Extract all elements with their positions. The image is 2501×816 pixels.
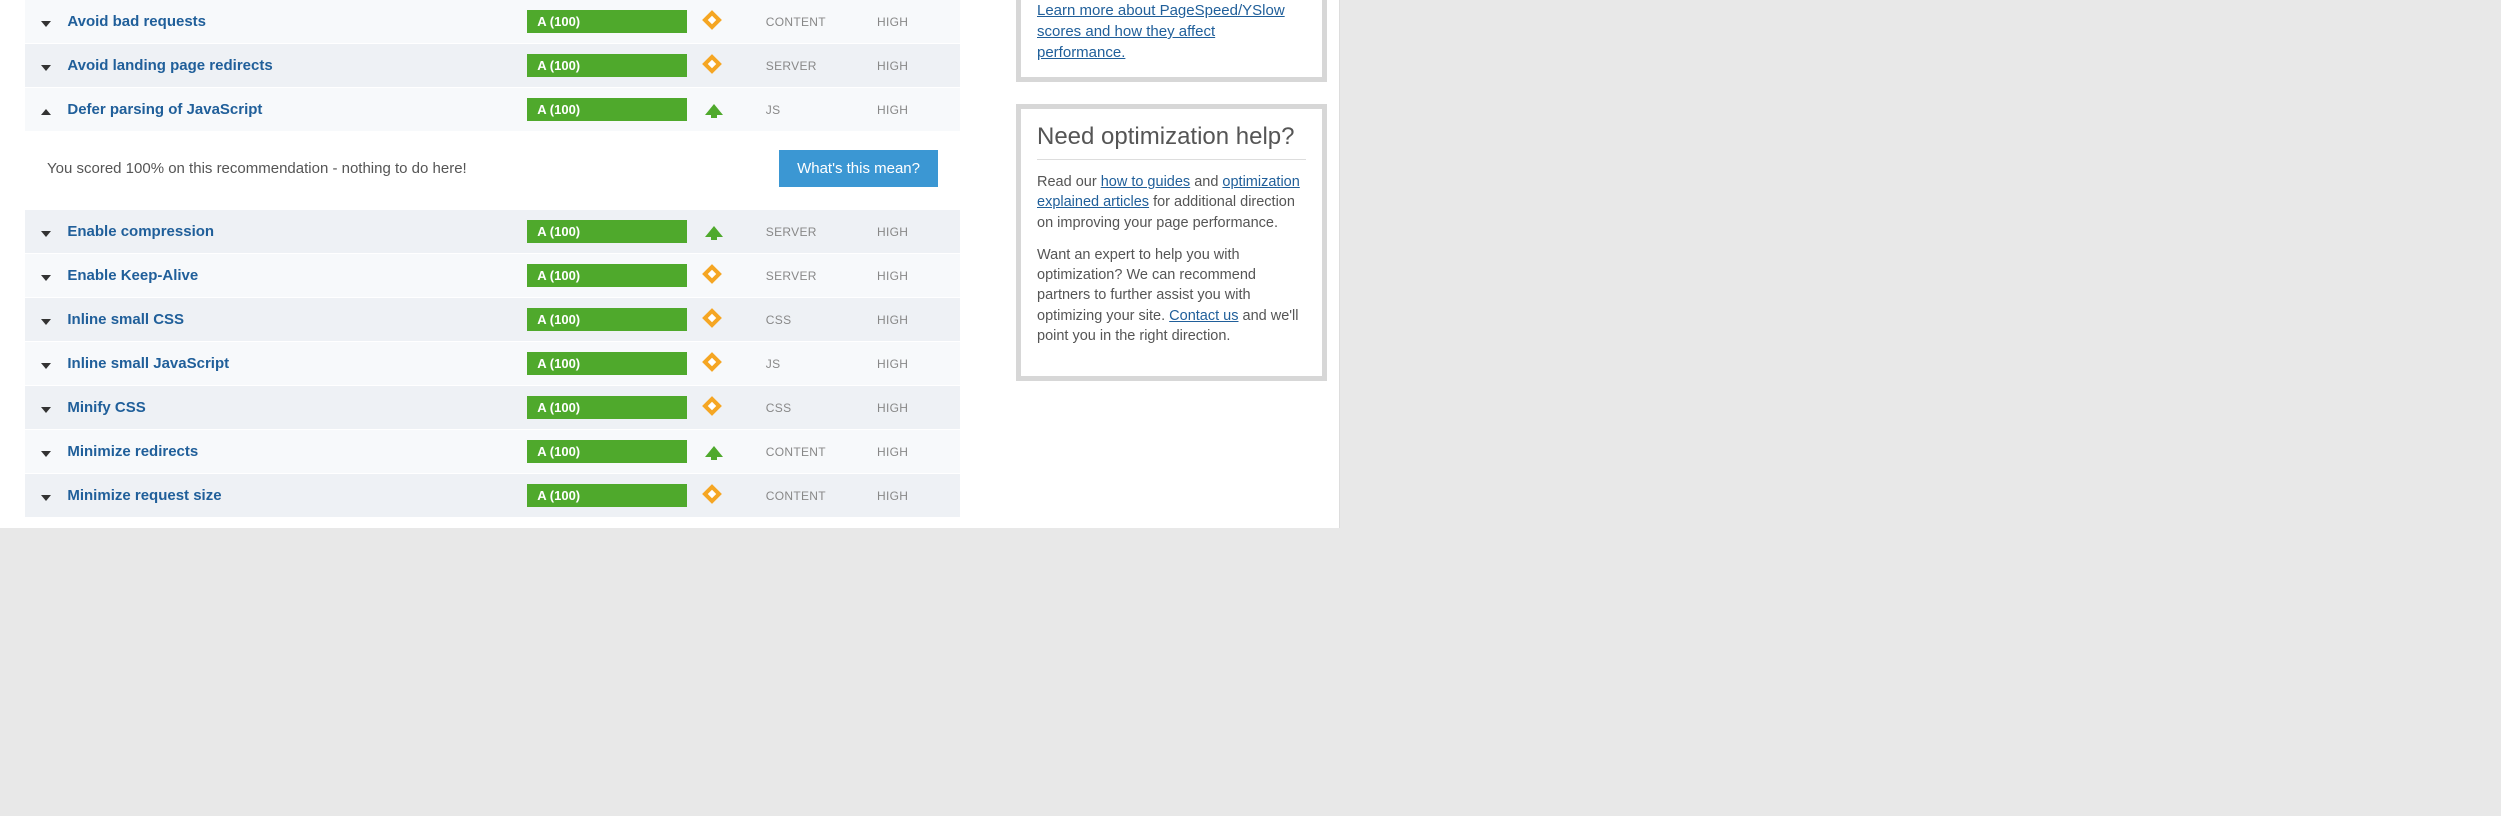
rule-impact: HIGH xyxy=(869,474,960,518)
rule-type: CSS xyxy=(758,298,869,342)
expand-icon[interactable] xyxy=(41,21,51,27)
rule-type: SERVER xyxy=(758,44,869,88)
rule-row[interactable]: Inline small JavaScript A (100) JSHIGH xyxy=(25,342,960,386)
rule-row[interactable]: Minimize redirects A (100) CONTENTHIGH xyxy=(25,430,960,474)
help-box-title: Need optimization help? xyxy=(1037,123,1306,160)
recommendations-table: Avoid bad requestsA (100)CONTENTHIGHAvoi… xyxy=(25,0,960,518)
rule-row[interactable]: Avoid bad requests A (100) CONTENTHIGH xyxy=(25,0,960,44)
expand-icon[interactable] xyxy=(41,65,51,71)
rule-name-link[interactable]: Inline small JavaScript xyxy=(67,355,229,372)
rule-impact: HIGH xyxy=(869,88,960,132)
rule-impact: HIGH xyxy=(869,298,960,342)
rule-impact: HIGH xyxy=(869,0,960,44)
grade-badge: A (100) xyxy=(527,352,687,375)
expand-icon[interactable] xyxy=(41,319,51,325)
rule-type: CONTENT xyxy=(758,430,869,474)
rule-impact: HIGH xyxy=(869,210,960,254)
rule-name-link[interactable]: Minimize request size xyxy=(67,487,221,504)
rule-name-link[interactable]: Enable compression xyxy=(67,223,214,240)
expand-icon[interactable] xyxy=(41,451,51,457)
expand-icon[interactable] xyxy=(41,495,51,501)
rule-name-link[interactable]: Minimize redirects xyxy=(67,443,198,460)
how-to-guides-link[interactable]: how to guides xyxy=(1101,174,1190,190)
rule-impact: HIGH xyxy=(869,430,960,474)
grade-badge: A (100) xyxy=(527,220,687,243)
grade-badge: A (100) xyxy=(527,396,687,419)
priority-diamond-icon xyxy=(702,352,722,372)
rule-name-link[interactable]: Avoid landing page redirects xyxy=(67,57,272,74)
grade-badge: A (100) xyxy=(527,98,687,121)
rule-name-link[interactable]: Enable Keep-Alive xyxy=(67,267,198,284)
help-box-p2: Want an expert to help you with optimiza… xyxy=(1037,245,1306,346)
rule-expanded-panel: You scored 100% on this recommendation -… xyxy=(25,132,960,210)
priority-diamond-icon xyxy=(702,10,722,30)
help-box-p1: Read our how to guides and optimization … xyxy=(1037,172,1306,233)
grade-badge: A (100) xyxy=(527,308,687,331)
priority-diamond-icon xyxy=(702,308,722,328)
priority-diamond-icon xyxy=(702,396,722,416)
collapse-icon[interactable] xyxy=(41,109,51,115)
rule-type: CSS xyxy=(758,386,869,430)
rule-name-link[interactable]: Inline small CSS xyxy=(67,311,184,328)
rule-row[interactable]: Avoid landing page redirects A (100) SERVE… xyxy=(25,44,960,88)
rule-row[interactable]: Minify CSS A (100) CSSHIGH xyxy=(25,386,960,430)
rule-type: JS xyxy=(758,342,869,386)
rule-row[interactable]: Inline small CSS A (100) CSSHIGH xyxy=(25,298,960,342)
grade-badge: A (100) xyxy=(527,484,687,507)
expand-icon[interactable] xyxy=(41,407,51,413)
learn-more-link[interactable]: Learn more about PageSpeed/YSlow scores … xyxy=(1037,2,1285,61)
rule-impact: HIGH xyxy=(869,342,960,386)
expand-icon[interactable] xyxy=(41,275,51,281)
expand-icon[interactable] xyxy=(41,231,51,237)
rule-row[interactable]: Enable Keep-Alive A (100) SERVERHIGH xyxy=(25,254,960,298)
rule-impact: HIGH xyxy=(869,254,960,298)
priority-up-icon xyxy=(705,104,723,115)
rule-type: SERVER xyxy=(758,210,869,254)
whats-this-mean-button[interactable]: What's this mean? xyxy=(779,150,938,187)
rule-name-link[interactable]: Minify CSS xyxy=(67,399,145,416)
priority-diamond-icon xyxy=(702,484,722,504)
grade-badge: A (100) xyxy=(527,264,687,287)
grade-badge: A (100) xyxy=(527,10,687,33)
expand-icon[interactable] xyxy=(41,363,51,369)
priority-diamond-icon xyxy=(702,54,722,74)
rule-name-link[interactable]: Defer parsing of JavaScript xyxy=(67,101,262,118)
grade-badge: A (100) xyxy=(527,54,687,77)
rule-type: JS xyxy=(758,88,869,132)
rule-row[interactable]: Enable compression A (100) SERVERHIGH xyxy=(25,210,960,254)
rule-row[interactable]: Defer parsing of JavaScript A (100) JSHIGH xyxy=(25,88,960,132)
rule-row[interactable]: Minimize request size A (100) CONTENTHIGH xyxy=(25,474,960,518)
contact-us-link[interactable]: Contact us xyxy=(1169,308,1238,324)
priority-diamond-icon xyxy=(702,264,722,284)
optimization-help-box: Need optimization help? Read our how to … xyxy=(1016,104,1327,381)
priority-up-icon xyxy=(705,446,723,457)
rule-type: CONTENT xyxy=(758,474,869,518)
recommendation-score-text: You scored 100% on this recommendation -… xyxy=(47,160,467,177)
learn-more-box: Learn more about PageSpeed/YSlow scores … xyxy=(1016,0,1327,82)
rule-impact: HIGH xyxy=(869,44,960,88)
rule-type: CONTENT xyxy=(758,0,869,44)
rule-impact: HIGH xyxy=(869,386,960,430)
rule-type: SERVER xyxy=(758,254,869,298)
rule-name-link[interactable]: Avoid bad requests xyxy=(67,13,206,30)
priority-up-icon xyxy=(705,226,723,237)
grade-badge: A (100) xyxy=(527,440,687,463)
